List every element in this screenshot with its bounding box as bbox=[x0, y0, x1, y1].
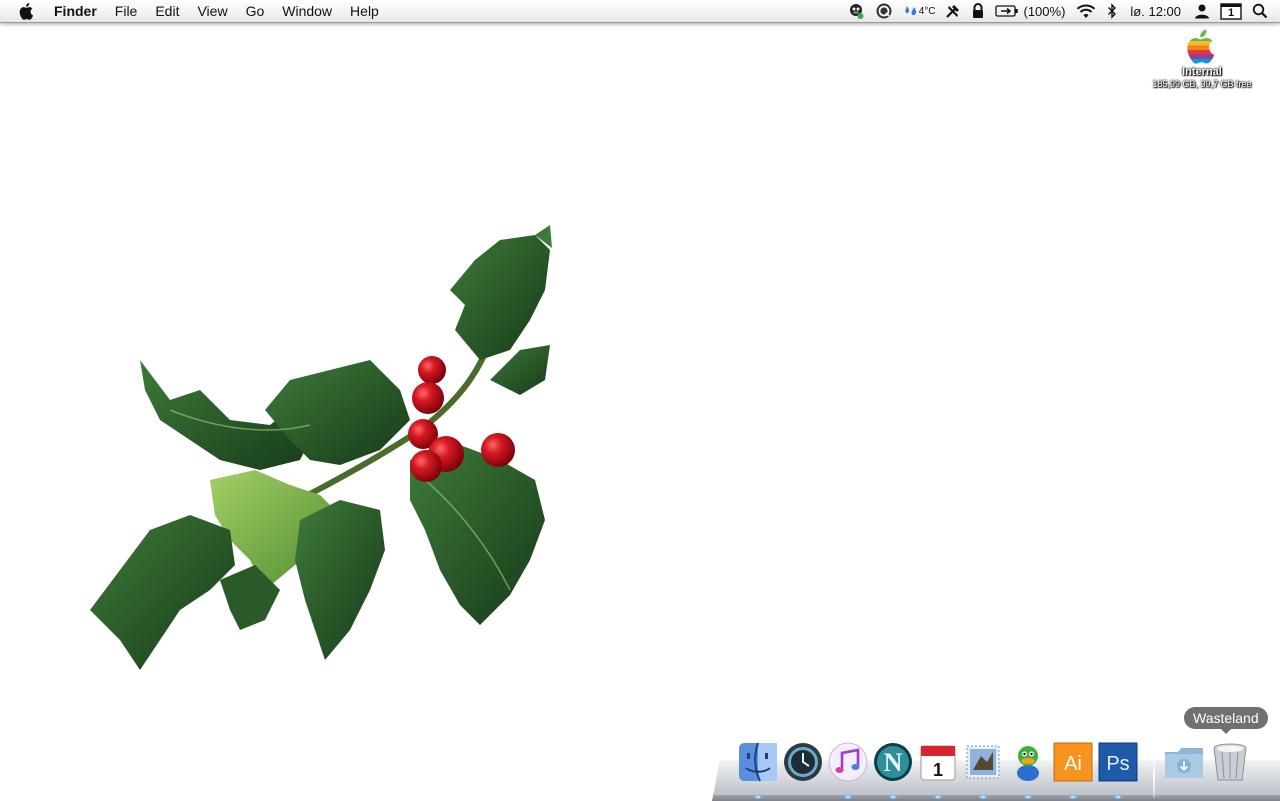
disk-info: 185,99 GB, 39,7 GB free bbox=[1152, 79, 1252, 89]
svg-text:N: N bbox=[884, 748, 903, 777]
running-indicator bbox=[844, 795, 852, 799]
dock-item-downloads[interactable] bbox=[1162, 740, 1206, 784]
netscape-icon: N bbox=[874, 743, 912, 781]
rainbow-apple-disk-icon bbox=[1187, 29, 1215, 64]
menu-edit[interactable]: Edit bbox=[146, 0, 188, 22]
illustrator-label: Ai bbox=[1064, 753, 1082, 775]
photoshop-label: Ps bbox=[1106, 753, 1129, 775]
dock-item-netscape[interactable]: N bbox=[871, 740, 915, 784]
dock-item-finder[interactable] bbox=[736, 740, 780, 784]
battery-icon bbox=[995, 5, 1019, 17]
calendar-day: 1 bbox=[1227, 7, 1235, 19]
running-indicator bbox=[1069, 795, 1077, 799]
desktop-disk-internal[interactable]: Internal 185,99 GB, 39,7 GB free bbox=[1140, 28, 1264, 89]
calendar-app-icon: 1 bbox=[920, 745, 956, 781]
dock-separator bbox=[1153, 758, 1155, 798]
disk-name: Internal bbox=[1182, 66, 1222, 78]
dock-item-adium[interactable] bbox=[1006, 740, 1050, 784]
dock-item-illustrator[interactable]: Ai bbox=[1051, 740, 1095, 784]
status-bluetooth[interactable] bbox=[1107, 0, 1117, 22]
dock-item-trash[interactable] bbox=[1208, 740, 1252, 784]
battery-percent: (100%) bbox=[1023, 3, 1066, 19]
status-adium[interactable] bbox=[847, 0, 865, 22]
running-indicator bbox=[754, 795, 762, 799]
raindrops-icon bbox=[905, 6, 916, 16]
running-indicator bbox=[1114, 795, 1122, 799]
itunes-icon bbox=[828, 742, 868, 782]
wifi-icon bbox=[1077, 4, 1096, 18]
adium-icon bbox=[1017, 746, 1039, 781]
menu-app-finder[interactable]: Finder bbox=[54, 0, 106, 22]
status-battery[interactable]: (100%) bbox=[995, 0, 1065, 22]
quicksilver-icon bbox=[876, 3, 892, 19]
temperature-text: 4°C bbox=[918, 5, 936, 17]
menu-bar: Finder File Edit View Go Window Help 4°C… bbox=[0, 0, 1280, 23]
mail-stamp-icon bbox=[966, 745, 1000, 779]
calendar-app-day: 1 bbox=[933, 760, 943, 780]
status-tools[interactable] bbox=[945, 0, 961, 22]
dock-item-mail[interactable] bbox=[961, 740, 1005, 784]
running-indicator bbox=[979, 795, 987, 799]
adium-duck-icon bbox=[849, 4, 864, 19]
running-indicator bbox=[934, 795, 942, 799]
menu-view[interactable]: View bbox=[188, 0, 236, 22]
dock-tooltip: Wasteland bbox=[1184, 707, 1268, 734]
menu-help[interactable]: Help bbox=[341, 0, 388, 22]
status-wifi[interactable] bbox=[1075, 0, 1097, 22]
photoshop-icon: Ps bbox=[1098, 742, 1138, 782]
dock-item-photoshop[interactable]: Ps bbox=[1096, 740, 1140, 784]
menu-window[interactable]: Window bbox=[273, 0, 341, 22]
apple-icon bbox=[19, 3, 34, 20]
status-weather[interactable]: 4°C bbox=[903, 0, 936, 22]
running-indicator bbox=[1024, 795, 1032, 799]
dock-item-itunes[interactable] bbox=[826, 740, 870, 784]
bluetooth-icon bbox=[1108, 3, 1117, 19]
tools-icon bbox=[946, 5, 960, 18]
status-lock[interactable] bbox=[971, 0, 985, 22]
illustrator-icon: Ai bbox=[1053, 742, 1093, 782]
dock-item-time-machine[interactable] bbox=[781, 740, 825, 784]
user-icon bbox=[1195, 4, 1209, 19]
menu-go[interactable]: Go bbox=[237, 0, 274, 22]
apple-menu[interactable] bbox=[0, 0, 54, 22]
dock-item-ical[interactable]: 1 bbox=[916, 740, 960, 784]
holly-wallpaper-image bbox=[90, 225, 552, 670]
menu-file[interactable]: File bbox=[106, 0, 147, 22]
finder-icon bbox=[739, 742, 777, 782]
status-user[interactable] bbox=[1194, 0, 1210, 22]
status-clock[interactable]: lø. 12:00 bbox=[1130, 0, 1181, 22]
downloads-folder-icon bbox=[1165, 748, 1203, 778]
status-spotlight[interactable] bbox=[1252, 0, 1268, 22]
time-machine-icon bbox=[784, 743, 822, 781]
spotlight-search-icon bbox=[1252, 3, 1268, 19]
status-quicksilver[interactable] bbox=[875, 0, 893, 22]
status-menus: 4°C (100%) lø. 12:00 1 bbox=[842, 0, 1280, 22]
trash-icon bbox=[1213, 743, 1247, 781]
status-calendar[interactable]: 1 bbox=[1220, 0, 1242, 22]
running-indicator bbox=[889, 795, 897, 799]
lock-icon bbox=[973, 3, 984, 18]
